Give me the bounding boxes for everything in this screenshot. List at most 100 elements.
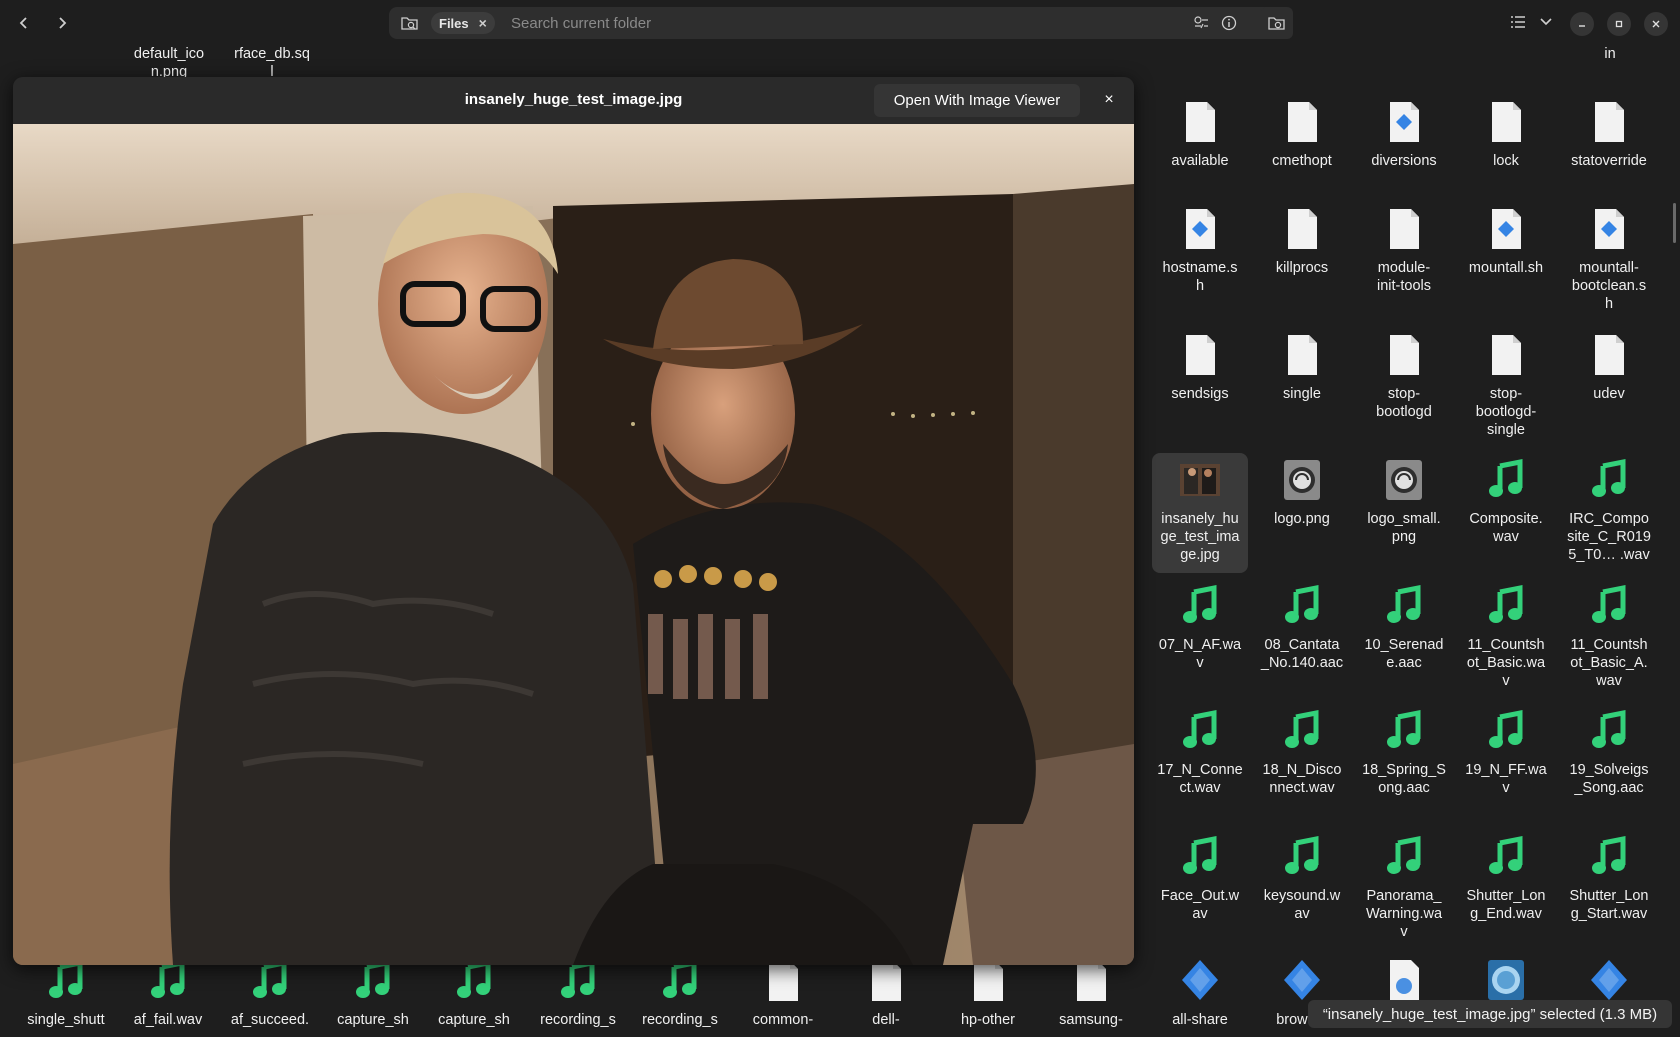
header-bar: Files × Search current folder (0, 0, 1680, 46)
audio-file-icon (1285, 709, 1319, 748)
file-icon-wrap (454, 959, 494, 1003)
search-input[interactable]: Search current folder (511, 15, 651, 32)
file-label: samsung- (1059, 1012, 1123, 1028)
file-label: 17_N_Conne ct.wav (1157, 762, 1243, 796)
audio-file-icon (1387, 584, 1421, 623)
file-icon-wrap (1282, 100, 1322, 144)
file-label: keysound.w av (1263, 888, 1341, 922)
info-icon[interactable] (1221, 15, 1237, 31)
audio-file-icon (1592, 458, 1626, 497)
file-icon-wrap (1282, 458, 1322, 502)
text-file-icon (974, 961, 1003, 1001)
folder-search-icon (401, 17, 418, 30)
file-icon-wrap (1180, 584, 1220, 628)
file-label: af_succeed. (230, 1012, 310, 1028)
folder-search-button[interactable] (1261, 7, 1293, 39)
list-view-button[interactable] (1509, 13, 1527, 31)
location-chip-label: Files (439, 15, 469, 31)
text-file-icon (1595, 102, 1624, 142)
web-file-icon (1390, 960, 1419, 1000)
preview-close-button[interactable]: × (1099, 90, 1119, 110)
maximize-button[interactable] (1607, 12, 1631, 36)
text-file-icon (1492, 102, 1521, 142)
file-icon-wrap (1486, 100, 1526, 144)
audio-file-icon (1592, 835, 1626, 874)
file-label: 10_Serenad e.aac (1364, 637, 1444, 671)
back-button[interactable] (8, 8, 40, 38)
audio-file-icon (663, 959, 697, 998)
file-label: logo.png (1274, 511, 1330, 527)
file-label: cmethopt (1272, 153, 1332, 169)
text-file-icon (1077, 961, 1106, 1001)
file-label: 19_Solveigs _Song.aac (1569, 762, 1649, 796)
text-file-icon (1288, 102, 1317, 142)
audio-file-icon (561, 959, 595, 998)
script-file-icon (1595, 209, 1624, 249)
open-with-image-viewer-button[interactable]: Open With Image Viewer (874, 84, 1080, 117)
close-window-button[interactable] (1644, 12, 1668, 36)
logo-image-icon (1386, 460, 1422, 500)
audio-file-icon (1592, 584, 1626, 623)
file-icon-wrap (1180, 333, 1220, 377)
chevron-down-icon (1540, 18, 1552, 26)
file-icon-wrap (1180, 835, 1220, 879)
location-chip[interactable]: Files × (431, 12, 495, 34)
file-icon-wrap (46, 959, 86, 1003)
file-icon-wrap (353, 959, 393, 1003)
file-label: stop- bootlogd- single (1475, 386, 1537, 438)
text-file-icon (1390, 335, 1419, 375)
audio-file-icon (356, 959, 390, 998)
file-label: single_shutt (27, 1012, 105, 1028)
file-label: 08_Cantata _No.140.aac (1260, 637, 1344, 671)
minimize-icon (1579, 25, 1585, 27)
file-icon-wrap (1282, 835, 1322, 879)
scrollbar-thumb[interactable] (1673, 203, 1676, 243)
file-label: IRC_Compo site_C_R019 5_T0… .wav (1567, 511, 1651, 563)
text-file-icon (1186, 335, 1215, 375)
text-file-icon (872, 961, 901, 1001)
file-label: dell- (872, 1012, 900, 1028)
file-label: sendsigs (1171, 386, 1229, 402)
file-label: diversions (1371, 153, 1437, 169)
file-icon-wrap (148, 959, 188, 1003)
file-label: insanely_hu ge_test_ima ge.jpg (1160, 511, 1240, 563)
audio-file-icon (1387, 709, 1421, 748)
minimize-button[interactable] (1570, 12, 1594, 36)
file-label: lock (1493, 153, 1519, 169)
audio-file-icon (151, 959, 185, 998)
file-label: 18_Spring_S ong.aac (1362, 762, 1446, 796)
file-icon-wrap (1384, 207, 1424, 251)
filter-icon[interactable] (1193, 15, 1209, 31)
app-icon (1284, 960, 1320, 1000)
search-bar[interactable]: Files × Search current folder (389, 7, 1293, 39)
audio-file-icon (1489, 458, 1523, 497)
file-label: Face_Out.w av (1160, 888, 1240, 922)
file-icon-wrap (660, 959, 700, 1003)
file-label: available (1171, 153, 1229, 169)
file-label: all-share (1172, 1012, 1228, 1028)
file-icon-wrap (1384, 584, 1424, 628)
file-label-partial: in (1604, 46, 1616, 62)
file-icon-wrap (1071, 959, 1111, 1003)
audio-file-icon (253, 959, 287, 998)
file-icon-wrap (1589, 458, 1629, 502)
view-options-button[interactable] (1537, 13, 1555, 31)
audio-file-icon (1183, 584, 1217, 623)
file-label: af_fail.wav (133, 1012, 203, 1028)
list-view-icon (1511, 16, 1525, 28)
chip-close-icon[interactable]: × (479, 15, 487, 31)
forward-button[interactable] (46, 8, 78, 38)
preview-header: insanely_huge_test_image.jpg Open With I… (13, 77, 1134, 124)
file-icon-wrap (1384, 100, 1424, 144)
app-icon (1591, 960, 1627, 1000)
audio-file-icon (1489, 709, 1523, 748)
audio-file-icon (1183, 835, 1217, 874)
chevron-right-icon (59, 17, 67, 29)
audio-file-icon (1592, 709, 1626, 748)
file-label: hostname.s h (1162, 260, 1238, 294)
file-icon-wrap (1589, 835, 1629, 879)
text-file-icon (1288, 209, 1317, 249)
file-label: Composite. wav (1469, 511, 1543, 545)
folder-search-icon (1268, 17, 1285, 30)
file-icon-wrap (1180, 958, 1220, 1002)
